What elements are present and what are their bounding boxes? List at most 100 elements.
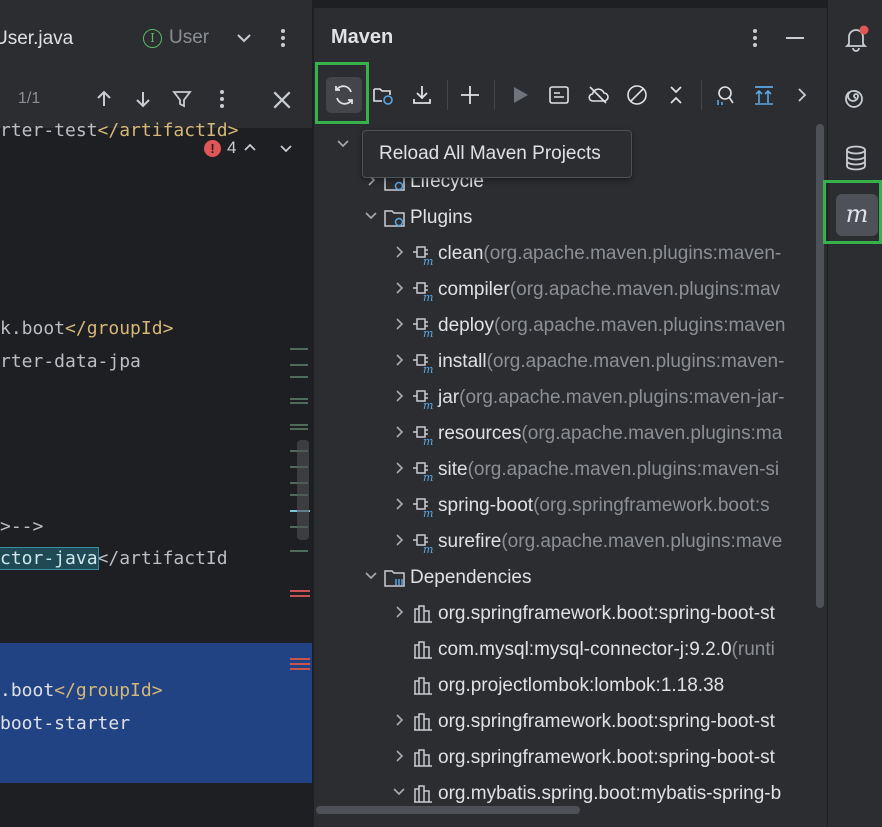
toggle-offline-mode-button[interactable]	[580, 77, 616, 113]
tree-node-org-springframework-boot-spring-boot-st[interactable]: org.springframework.boot:spring-boot-st	[390, 740, 775, 776]
execute-maven-goal-button[interactable]	[541, 77, 577, 113]
tree-node-com-mysql-mysql-connector-j-9-2-0[interactable]: com.mysql:mysql-connector-j:9.2.0 (runti	[390, 632, 775, 668]
maven-horizontal-scrollbar[interactable]	[316, 806, 580, 814]
tree-node-label: clean	[438, 243, 484, 264]
ai-assistant-button[interactable]	[836, 78, 876, 118]
svg-text:m: m	[423, 399, 433, 410]
tree-node-detail: (org.apache.maven.plugins:mav	[509, 279, 781, 300]
library-icon	[410, 783, 436, 805]
bell-icon	[844, 25, 869, 52]
chevron-right-icon[interactable]	[390, 353, 408, 372]
maven-plugin-icon: m	[410, 242, 436, 266]
tree-node-detail: (org.apache.maven.plugins:maven-si	[467, 459, 780, 480]
svg-text:m: m	[423, 291, 433, 302]
toolbar-overflow-button[interactable]	[784, 77, 820, 113]
chevron-right-icon[interactable]	[390, 605, 408, 624]
minimize-icon[interactable]	[784, 28, 806, 52]
maven-plugin-icon: m	[410, 458, 436, 482]
code-editor[interactable]: User.java I User 1/1 rter-test</artifact…	[0, 0, 312, 827]
reload-button-highlight	[315, 62, 369, 124]
tree-node-clean[interactable]: m clean (org.apache.maven.plugins:maven-	[390, 236, 781, 272]
filter-icon[interactable]	[172, 89, 192, 113]
chevron-down-icon[interactable]	[234, 28, 254, 52]
maven-plugin-icon: m	[410, 314, 436, 338]
tree-node-label: Plugins	[410, 207, 473, 228]
skip-tests-icon	[627, 85, 647, 105]
close-find-icon[interactable]	[271, 89, 293, 115]
run-icon	[514, 87, 528, 103]
analyze-dependencies-button[interactable]	[707, 77, 743, 113]
tree-node-site[interactable]: m site (org.apache.maven.plugins:maven-si	[390, 452, 779, 488]
code-line: rter-test</artifactId>	[0, 120, 239, 141]
tree-node-org-projectlombok-lombok-1-18-38[interactable]: org.projectlombok:lombok:1.18.38	[390, 668, 724, 704]
tree-node-deploy[interactable]: m deploy (org.apache.maven.plugins:maven	[390, 308, 786, 344]
tree-node-compiler[interactable]: m compiler (org.apache.maven.plugins:mav	[390, 272, 780, 308]
notification-dot	[859, 25, 869, 35]
tab-user-java[interactable]: User.java	[0, 28, 73, 50]
tree-node-label: install	[438, 351, 487, 372]
tree-node-resources[interactable]: m resources (org.apache.maven.plugins:ma	[390, 416, 782, 452]
chevron-right-icon[interactable]	[390, 461, 408, 480]
tree-root-row[interactable]	[334, 128, 352, 164]
editor-scrollbar-thumb[interactable]	[297, 440, 309, 540]
notifications-button[interactable]	[836, 18, 876, 58]
chevron-right-icon[interactable]	[390, 317, 408, 336]
skip-tests-button[interactable]	[619, 77, 655, 113]
more-options-icon[interactable]	[273, 28, 293, 52]
maven-options-icon[interactable]	[745, 28, 765, 52]
chevron-right-icon[interactable]	[390, 245, 408, 264]
show-dependencies-button[interactable]	[746, 77, 782, 113]
tree-node-install[interactable]: m install (org.apache.maven.plugins:maven…	[390, 344, 784, 380]
chevron-down-icon[interactable]	[390, 785, 408, 804]
chevron-down-icon[interactable]	[278, 140, 294, 156]
interface-icon: I	[143, 28, 162, 48]
chevron-right-icon[interactable]	[390, 749, 408, 768]
chevron-right-icon[interactable]	[390, 425, 408, 444]
tree-node-spring-boot[interactable]: m spring-boot (org.springframework.boot:s	[390, 488, 770, 524]
tree-node-detail: (org.apache.maven.plugins:maven	[494, 315, 786, 336]
code-line: rter-data-jpa	[0, 351, 141, 372]
chevron-down-icon[interactable]	[362, 569, 380, 588]
tree-node-detail: (runti	[731, 639, 775, 660]
run-maven-build-button[interactable]	[502, 77, 538, 113]
chevron-right-icon[interactable]	[390, 281, 408, 300]
chevron-right-icon[interactable]	[390, 497, 408, 516]
chevron-right-icon[interactable]	[390, 533, 408, 552]
tree-node-org-springframework-boot-spring-boot-st[interactable]: org.springframework.boot:spring-boot-st	[390, 596, 775, 632]
chevron-up-icon[interactable]	[242, 140, 258, 156]
previous-match-icon[interactable]	[94, 89, 114, 113]
tree-node-surefire[interactable]: m surefire (org.apache.maven.plugins:mave	[390, 524, 782, 560]
svg-text:m: m	[423, 327, 433, 338]
offline-cloud-icon	[588, 86, 609, 104]
maven-panel-title: Maven	[331, 26, 394, 48]
tree-node-plugins[interactable]: Plugins	[362, 200, 472, 236]
add-maven-project-button[interactable]	[452, 77, 488, 113]
tree-node-detail: (org.apache.maven.plugins:ma	[521, 423, 783, 444]
chevron-right-icon[interactable]	[390, 389, 408, 408]
toolbar-separator	[447, 80, 448, 110]
tree-node-label: compiler	[438, 279, 510, 300]
svg-text:m: m	[423, 543, 433, 554]
reload-projects-folder-button[interactable]	[365, 77, 401, 113]
folder-gear-icon	[382, 207, 408, 229]
download-sources-button[interactable]	[404, 77, 440, 113]
tree-node-label: surefire	[438, 531, 502, 552]
tree-node-dependencies[interactable]: Dependencies	[362, 560, 531, 596]
tab-user-label: User	[169, 27, 210, 48]
database-button[interactable]	[836, 138, 876, 178]
tab-user-class[interactable]: I User	[143, 27, 209, 49]
tree-node-org-springframework-boot-spring-boot-st[interactable]: org.springframework.boot:spring-boot-st	[390, 704, 775, 740]
window-top-strip	[0, 0, 312, 8]
chevron-down-icon[interactable]	[334, 137, 352, 156]
problems-indicator[interactable]: ! 4	[204, 138, 294, 158]
chevron-right-icon[interactable]	[390, 713, 408, 732]
library-icon	[410, 711, 436, 733]
collapse-all-button[interactable]	[658, 77, 694, 113]
find-bar	[0, 68, 312, 128]
error-marker	[290, 658, 312, 670]
find-options-icon[interactable]	[212, 89, 232, 113]
tree-node-jar[interactable]: m jar (org.apache.maven.plugins:maven-jar…	[390, 380, 784, 416]
next-match-icon[interactable]	[133, 89, 153, 113]
chevron-down-icon[interactable]	[362, 209, 380, 228]
library-icon	[410, 675, 436, 697]
